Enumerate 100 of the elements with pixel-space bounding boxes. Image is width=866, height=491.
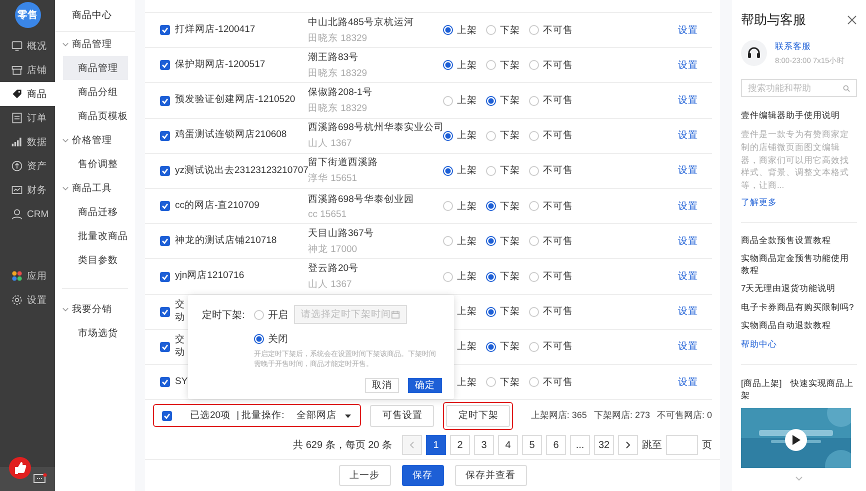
radio-label[interactable]: 不可售	[543, 94, 573, 107]
radio-button[interactable]	[486, 236, 496, 246]
settings-link[interactable]: 设置	[678, 94, 698, 107]
menu-item[interactable]: 商品迁移	[63, 200, 128, 224]
radio-button[interactable]	[486, 201, 496, 212]
settings-link[interactable]: 设置	[678, 305, 698, 318]
radio-label[interactable]: 不可售	[543, 200, 573, 213]
settings-link[interactable]: 设置	[678, 129, 698, 142]
scope-dropdown[interactable]: 全部网店	[296, 409, 352, 422]
radio-label[interactable]: 不可售	[543, 340, 573, 354]
radio-label[interactable]: 上架	[457, 58, 477, 72]
page-button[interactable]: 1	[426, 435, 446, 456]
radio-label[interactable]: 不可售	[543, 24, 573, 37]
cancel-button[interactable]: 取消	[365, 378, 399, 394]
page-button[interactable]: 4	[498, 435, 518, 456]
confirm-button[interactable]: 确定	[408, 378, 442, 394]
radio-label[interactable]: 不可售	[543, 270, 573, 284]
checkbox[interactable]	[160, 342, 170, 352]
radio-label[interactable]: 上架	[457, 234, 477, 248]
radio-label[interactable]: 下架	[500, 24, 520, 37]
help-link[interactable]: 电子卡券商品有购买限制吗?	[741, 302, 857, 314]
radio-button[interactable]	[486, 306, 496, 317]
radio-label[interactable]: 上架	[457, 94, 477, 107]
radio-label[interactable]: 上架	[457, 376, 477, 389]
help-link[interactable]: 商品全款预售设置教程	[741, 234, 857, 246]
checkbox[interactable]	[160, 236, 170, 246]
menu-group[interactable]: 价格管理	[55, 128, 135, 152]
menu-item[interactable]: 商品分组	[63, 80, 128, 104]
radio-button[interactable]	[443, 25, 453, 36]
nav-item[interactable]: 设置	[0, 288, 55, 312]
settings-link[interactable]: 设置	[678, 340, 698, 354]
nav-item[interactable]: CRM	[0, 202, 55, 226]
checkbox[interactable]	[160, 96, 170, 106]
radio-label[interactable]: 下架	[500, 305, 520, 318]
radio-label[interactable]: 下架	[500, 164, 520, 178]
footer-button[interactable]: 上一步	[338, 465, 390, 486]
help-link[interactable]: 实物商品定金预售功能使用教程	[741, 253, 857, 276]
settings-link[interactable]: 设置	[678, 24, 698, 37]
page-input[interactable]	[666, 435, 698, 456]
radio-label[interactable]: 上架	[457, 305, 477, 318]
checkbox[interactable]	[160, 272, 170, 282]
menu-group[interactable]: 商品工具	[55, 176, 135, 200]
menu-group[interactable]: 商品管理	[55, 32, 135, 56]
menu-item[interactable]: 商品管理	[63, 56, 128, 80]
radio-button[interactable]	[486, 272, 496, 282]
radio-label[interactable]: 不可售	[543, 164, 573, 178]
page-button[interactable]: 5	[522, 435, 542, 456]
action-button[interactable]: 定时下架	[446, 404, 510, 427]
radio-label[interactable]: 开启	[268, 308, 288, 322]
settings-link[interactable]: 设置	[678, 164, 698, 178]
video-caption[interactable]: [商品上架] 快速实现商品上架	[741, 376, 857, 402]
radio-label[interactable]: 上架	[457, 24, 477, 37]
radio-button[interactable]	[443, 130, 453, 141]
radio-label[interactable]: 上架	[457, 270, 477, 284]
chat-icon[interactable]	[33, 473, 47, 485]
radio-label[interactable]: 下架	[500, 129, 520, 142]
radio-button[interactable]	[486, 342, 496, 352]
radio-label[interactable]: 不可售	[543, 129, 573, 142]
page-button[interactable]: ...	[570, 435, 590, 456]
next-page-button[interactable]	[618, 435, 638, 456]
nav-item[interactable]: 数据	[0, 130, 55, 154]
menu-item[interactable]: 商品页模板	[63, 104, 128, 128]
action-button[interactable]: 可售设置	[370, 404, 434, 427]
menu-group[interactable]: 我要分销	[55, 297, 135, 321]
page-button[interactable]: 6	[546, 435, 566, 456]
checkbox[interactable]	[160, 306, 170, 317]
radio-label[interactable]: 下架	[500, 270, 520, 284]
radio-label[interactable]: 下架	[500, 376, 520, 389]
radio-label[interactable]: 关闭	[268, 332, 288, 346]
nav-item[interactable]: 资产	[0, 154, 55, 178]
menu-item[interactable]: 市场选货	[63, 321, 128, 345]
nav-item[interactable]: 应用	[0, 264, 55, 288]
settings-link[interactable]: 设置	[678, 58, 698, 72]
radio-label[interactable]: 上架	[457, 129, 477, 142]
checkbox[interactable]	[162, 410, 172, 421]
contact-link[interactable]: 联系客服	[775, 40, 846, 52]
nav-item[interactable]: 店铺	[0, 58, 55, 82]
radio-label[interactable]: 不可售	[543, 234, 573, 248]
page-button[interactable]: 2	[450, 435, 470, 456]
radio-label[interactable]: 不可售	[543, 376, 573, 389]
radio-label[interactable]: 下架	[500, 340, 520, 354]
checkbox[interactable]	[160, 130, 170, 141]
radio-button[interactable]	[486, 96, 496, 106]
checkbox[interactable]	[160, 166, 170, 176]
radio-label[interactable]: 不可售	[543, 58, 573, 72]
radio-label[interactable]: 上架	[457, 200, 477, 213]
settings-link[interactable]: 设置	[678, 200, 698, 213]
radio-label[interactable]: 下架	[500, 234, 520, 248]
radio-button[interactable]	[443, 60, 453, 70]
radio-label[interactable]: 上架	[457, 164, 477, 178]
radio-button[interactable]	[443, 166, 453, 176]
radio-label[interactable]: 下架	[500, 94, 520, 107]
nav-item[interactable]: 订单	[0, 106, 55, 130]
footer-button[interactable]: 保存并查看	[454, 465, 526, 486]
radio-label[interactable]: 上架	[457, 340, 477, 354]
more-link[interactable]: 了解更多	[741, 196, 857, 209]
article-title[interactable]: 壹件编辑器助手使用说明	[741, 110, 857, 122]
checkbox[interactable]	[160, 60, 170, 70]
nav-item[interactable]: 概况	[0, 34, 55, 58]
nav-item[interactable]: 商品	[0, 82, 55, 106]
